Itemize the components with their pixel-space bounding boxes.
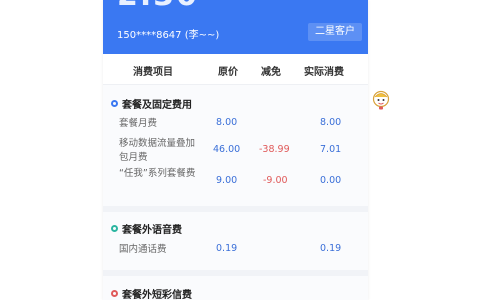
section-divider xyxy=(103,270,368,276)
item-actual: 0.19 xyxy=(320,243,342,254)
item-name: “任我”系列套餐费 xyxy=(119,168,196,179)
section-fixed-fees[interactable]: 套餐及固定费用 xyxy=(111,96,192,111)
item-original: 8.00 xyxy=(216,117,238,128)
section-divider xyxy=(103,206,368,212)
star-level-badge[interactable]: 二星客户 xyxy=(308,23,362,41)
account-header: 2.30 150****8647 (李~~) 二星客户 xyxy=(103,0,368,54)
col-actual: 实际消费 xyxy=(304,67,344,78)
bullet-icon xyxy=(111,100,118,107)
col-discount: 减免 xyxy=(261,67,281,78)
bill-amount: 2.30 xyxy=(117,0,199,13)
item-discount: -38.99 xyxy=(259,144,290,155)
item-original: 9.00 xyxy=(216,175,238,186)
item-original: 46.00 xyxy=(213,144,241,155)
table-header: 消费项目 原价 减免 实际消费 xyxy=(103,54,368,85)
item-actual: 0.00 xyxy=(320,175,342,186)
col-item: 消费项目 xyxy=(133,67,173,78)
col-original: 原价 xyxy=(218,67,238,78)
section-voice-fees[interactable]: 套餐外语音费 xyxy=(111,221,182,236)
assistant-mascot-icon[interactable] xyxy=(372,90,390,110)
item-discount: -9.00 xyxy=(263,175,288,186)
item-name: 移动数据流量叠加包月费 xyxy=(119,138,196,163)
bullet-icon xyxy=(111,225,118,232)
bill-card: 2.30 150****8647 (李~~) 二星客户 消费项目 原价 减免 实… xyxy=(103,0,368,300)
item-actual: 8.00 xyxy=(320,117,342,128)
item-name: 套餐月费 xyxy=(119,118,158,129)
item-actual: 7.01 xyxy=(320,144,342,155)
section-sms-fees[interactable]: 套餐外短彩信费 xyxy=(111,286,192,300)
account-phone: 150****8647 (李~~) xyxy=(117,30,220,41)
account-row: 150****8647 (李~~) 二星客户 xyxy=(103,18,368,54)
item-name: 国内通话费 xyxy=(119,244,167,255)
bullet-icon xyxy=(111,290,118,297)
item-original: 0.19 xyxy=(216,243,238,254)
